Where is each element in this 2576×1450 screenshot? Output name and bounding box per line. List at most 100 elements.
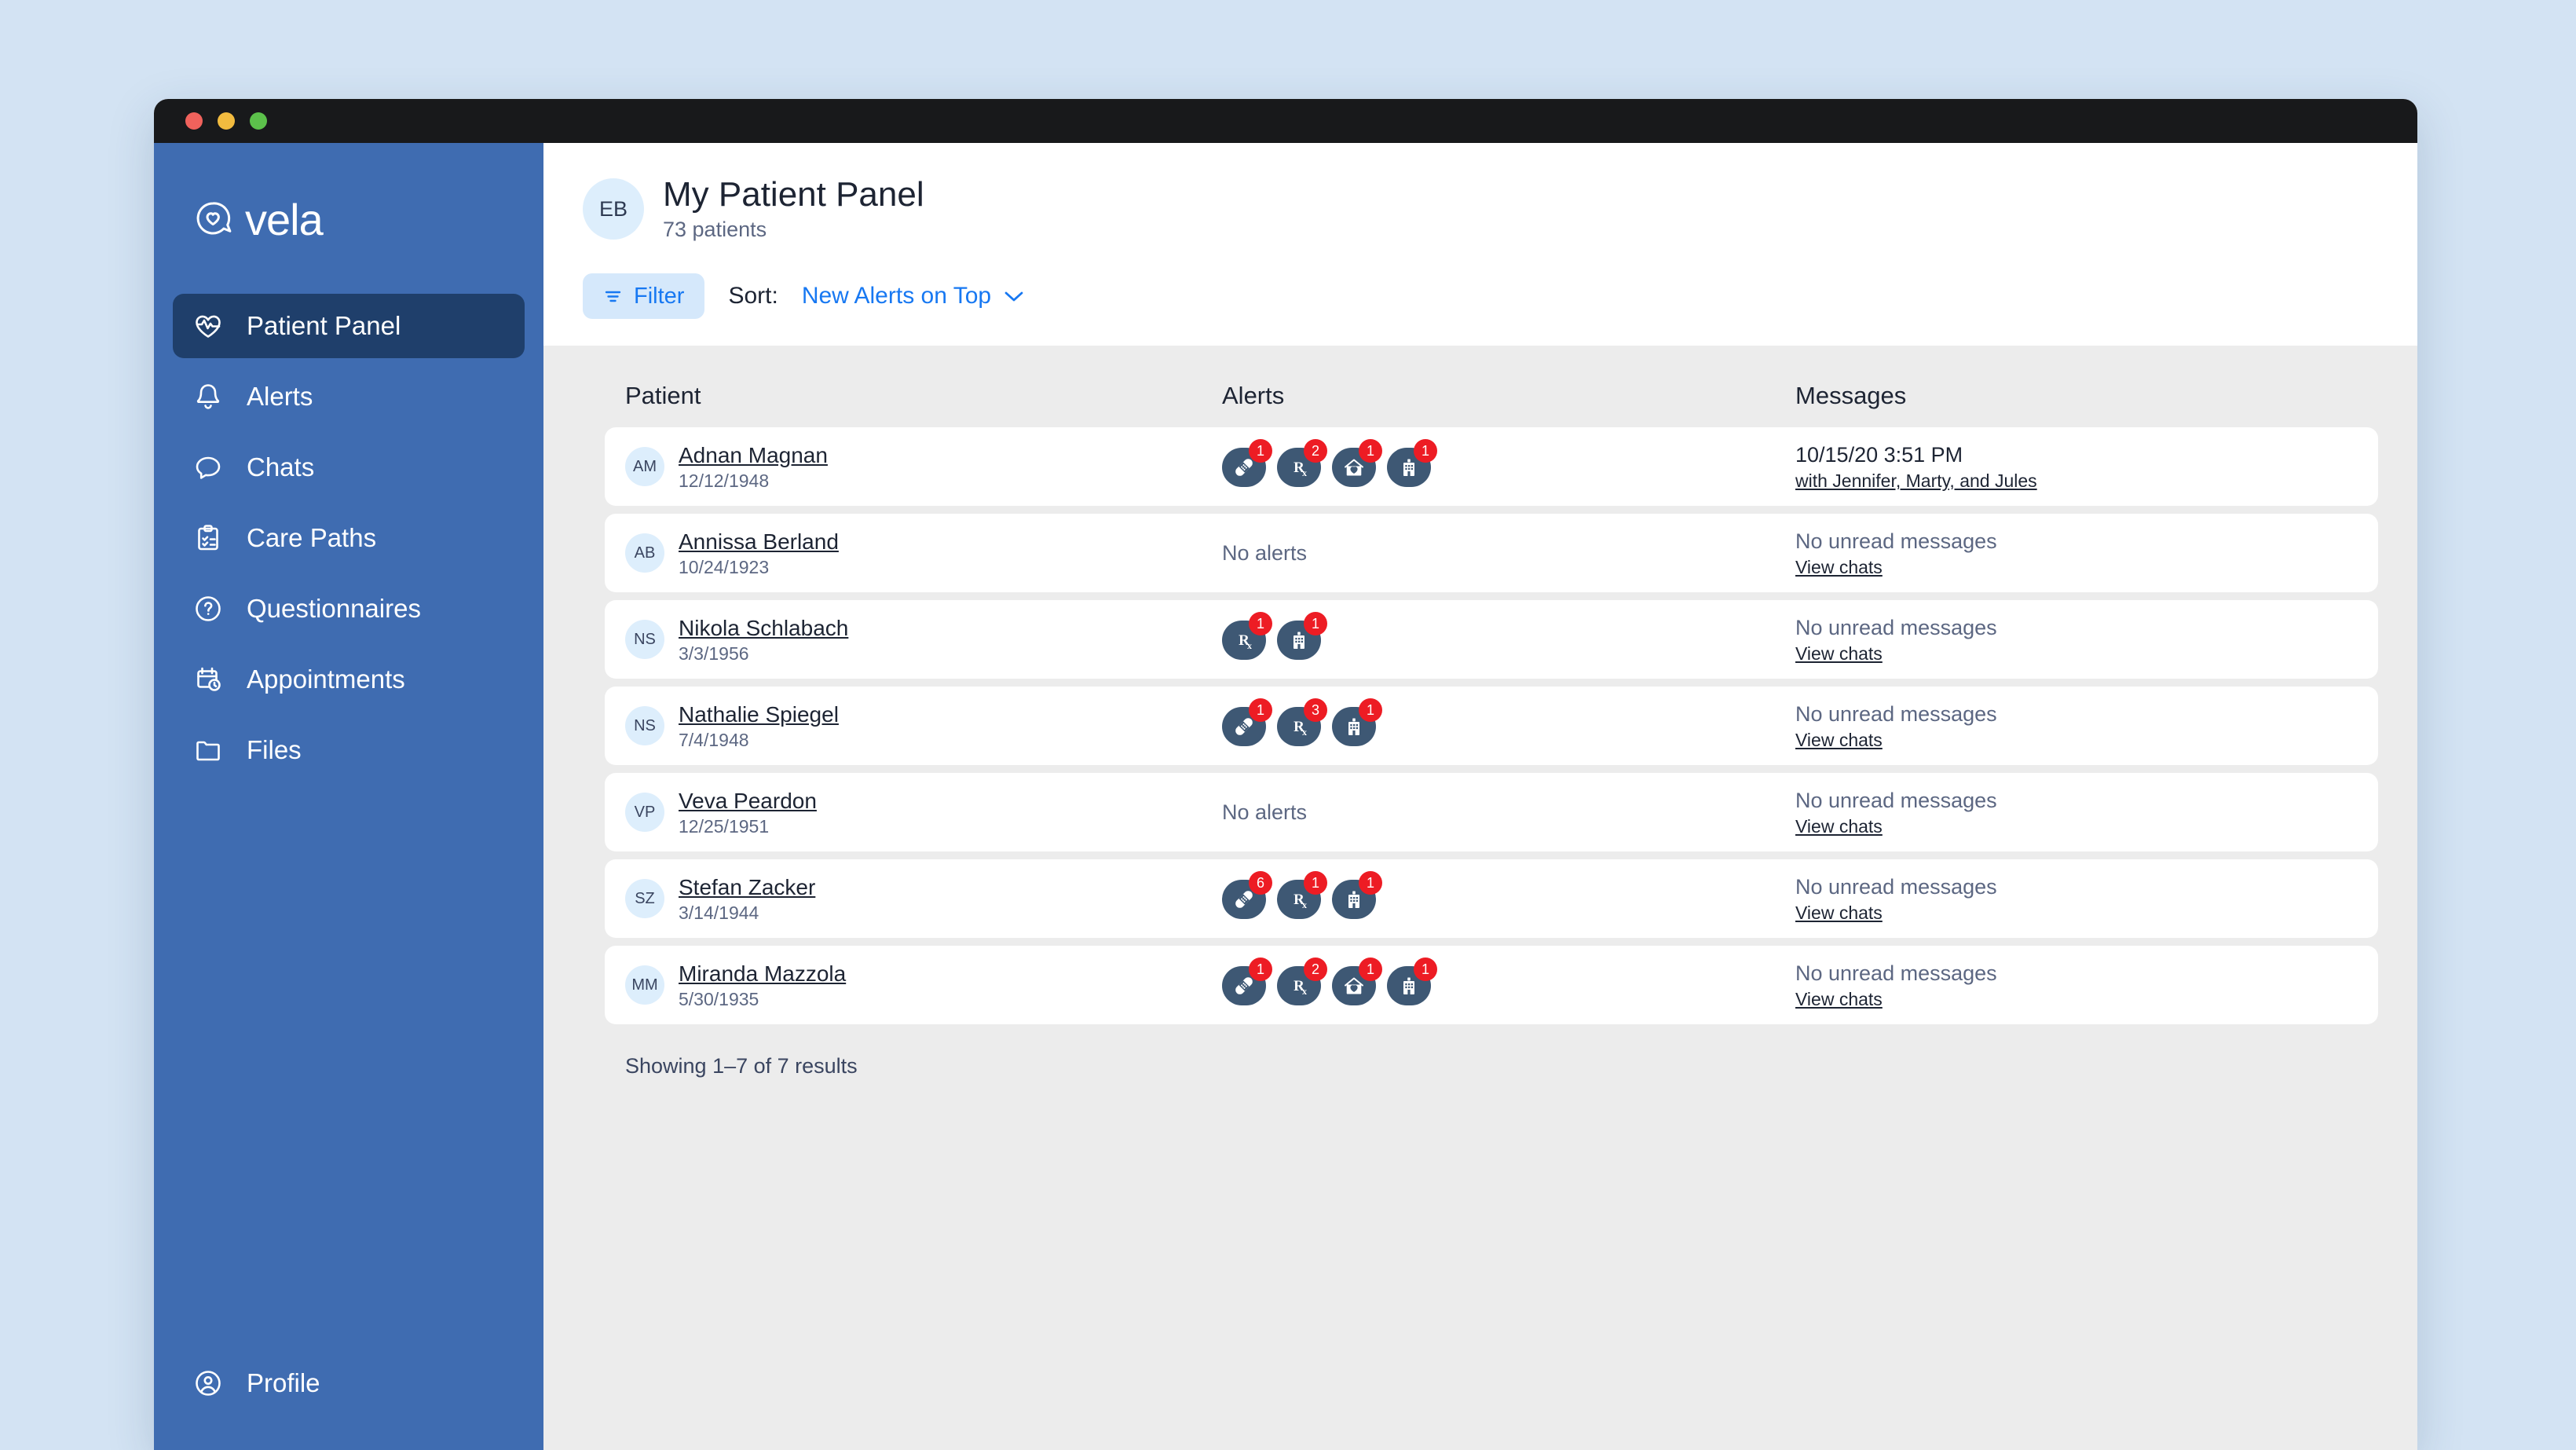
table-row[interactable]: NS Nikola Schlabach 3/3/1956 Rx 1 1 No unread … — [605, 600, 2378, 679]
column-header-patient: Patient — [625, 382, 701, 410]
alert-count: 1 — [1249, 698, 1272, 723]
view-chats-link[interactable]: View chats — [1795, 903, 2358, 924]
sidebar-item-care-paths[interactable]: Care Paths — [173, 506, 525, 570]
window-body: vela Patient Panel Alerts Chats Care Pat… — [154, 143, 2417, 1450]
alert-count: 1 — [1249, 612, 1272, 636]
alert-badge[interactable]: 1 — [1387, 958, 1437, 1006]
table-body: AM Adnan Magnan 12/12/1948 1 Rx 2 1 1 10/15/20 3… — [605, 427, 2378, 1025]
alert-badge[interactable]: 1 — [1332, 698, 1382, 747]
calendar-clock-icon — [192, 663, 225, 696]
alerts-cell: 1Rx211 — [1222, 439, 1795, 488]
patient-table: Patient Alerts Messages AM Adnan Magnan 12… — [543, 346, 2417, 1450]
bell-icon — [192, 380, 225, 413]
svg-text:x: x — [1302, 467, 1307, 478]
page-header-text: My Patient Panel 73 patients — [663, 175, 924, 242]
patient-name-link[interactable]: Stefan Zacker — [679, 873, 815, 901]
patient-name-link[interactable]: Nathalie Spiegel — [679, 701, 839, 728]
sidebar-item-label: Appointments — [247, 665, 405, 694]
view-chats-link[interactable]: View chats — [1795, 643, 2358, 665]
svg-text:x: x — [1247, 640, 1252, 651]
view-chats-link[interactable]: with Jennifer, Marty, and Jules — [1795, 471, 2358, 492]
patient-name-link[interactable]: Veva Peardon — [679, 787, 817, 815]
avatar: VP — [625, 793, 664, 833]
table-row[interactable]: AB Annissa Berland 10/24/1923 No alerts No u… — [605, 514, 2378, 593]
alert-badge[interactable]: Rx3 — [1277, 698, 1327, 747]
alert-badge[interactable]: Rx1 — [1277, 871, 1327, 920]
filter-button[interactable]: Filter — [583, 273, 705, 320]
patient-dob: 5/30/1935 — [679, 989, 759, 1010]
minimize-window-button[interactable] — [218, 112, 235, 130]
alert-count: 2 — [1304, 439, 1327, 463]
alert-count: 1 — [1414, 439, 1437, 463]
svg-text:x: x — [1302, 899, 1307, 910]
sidebar-item-label: Questionnaires — [247, 594, 421, 623]
patient-dob: 3/3/1956 — [679, 643, 749, 665]
patient-name-link[interactable]: Nikola Schlabach — [679, 614, 848, 642]
view-chats-link[interactable]: View chats — [1795, 816, 2358, 837]
sidebar-item-label: Care Paths — [247, 523, 377, 552]
alert-badge[interactable]: 1 — [1387, 439, 1437, 488]
sidebar-item-label: Profile — [247, 1368, 320, 1397]
alert-badge[interactable]: 1 — [1222, 439, 1272, 488]
patient-dob: 10/24/1923 — [679, 557, 770, 578]
message-status: No unread messages — [1795, 529, 1997, 553]
patient-dob: 12/12/1948 — [679, 471, 770, 492]
alert-badge[interactable]: 6 — [1222, 871, 1272, 920]
sidebar-item-label: Files — [247, 735, 302, 764]
alerts-cell: No alerts — [1222, 541, 1795, 566]
clipboard-check-icon — [192, 522, 225, 555]
maximize-window-button[interactable] — [250, 112, 267, 130]
window-titlebar — [154, 99, 2417, 143]
sort-dropdown[interactable]: New Alerts on Top — [802, 283, 1024, 309]
page-header-top: EB My Patient Panel 73 patients — [543, 175, 2417, 242]
view-chats-link[interactable]: View chats — [1795, 730, 2358, 751]
alert-badge[interactable]: Rx1 — [1222, 612, 1272, 661]
alert-badge[interactable]: 1 — [1222, 698, 1272, 747]
svg-text:x: x — [1302, 986, 1307, 997]
patient-cell: NS Nikola Schlabach 3/3/1956 — [625, 614, 1222, 665]
alert-count: 1 — [1359, 958, 1382, 982]
patient-name-link[interactable]: Adnan Magnan — [679, 441, 828, 469]
alert-badge[interactable]: 1 — [1332, 871, 1382, 920]
patient-dob: 7/4/1948 — [679, 730, 749, 751]
patient-name-link[interactable]: Miranda Mazzola — [679, 960, 846, 987]
close-window-button[interactable] — [185, 112, 203, 130]
no-alerts-text: No alerts — [1222, 540, 1308, 565]
sidebar-item-appointments[interactable]: Appointments — [173, 647, 525, 712]
toolbar: Filter Sort: New Alerts on Top — [543, 242, 2417, 346]
messages-cell: 10/15/20 3:51 PM with Jennifer, Marty, an… — [1795, 442, 2358, 492]
messages-cell: No unread messages View chats — [1795, 788, 2358, 838]
table-row[interactable]: NS Nathalie Spiegel 7/4/1948 1 Rx 3 1 No unread… — [605, 687, 2378, 766]
patient-dob: 3/14/1944 — [679, 903, 759, 924]
table-row[interactable]: AM Adnan Magnan 12/12/1948 1 Rx 2 1 1 10/15/20 3… — [605, 427, 2378, 507]
sidebar-item-label: Alerts — [247, 382, 313, 411]
message-status: No unread messages — [1795, 874, 1997, 899]
alert-badge[interactable]: Rx2 — [1277, 439, 1327, 488]
avatar: EB — [583, 178, 644, 240]
sidebar-item-profile[interactable]: Profile — [173, 1351, 525, 1415]
patient-cell: NS Nathalie Spiegel 7/4/1948 — [625, 701, 1222, 751]
alert-badge[interactable]: 1 — [1277, 612, 1327, 661]
patient-name-link[interactable]: Annissa Berland — [679, 528, 839, 555]
alert-badge[interactable]: 1 — [1222, 958, 1272, 1006]
table-row[interactable]: VP Veva Peardon 12/25/1951 No alerts No unre… — [605, 773, 2378, 852]
alerts-cell: Rx11 — [1222, 612, 1795, 661]
alert-badge[interactable]: 1 — [1332, 958, 1382, 1006]
table-row[interactable]: MM Miranda Mazzola 5/30/1935 1 Rx 2 1 1 No unrea… — [605, 946, 2378, 1025]
sidebar-item-files[interactable]: Files — [173, 718, 525, 782]
patient-info: Annissa Berland 10/24/1923 — [679, 528, 839, 578]
table-row[interactable]: SZ Stefan Zacker 3/14/1944 6 Rx 1 1 No unread m… — [605, 859, 2378, 939]
sidebar-item-questionnaires[interactable]: Questionnaires — [173, 577, 525, 641]
view-chats-link[interactable]: View chats — [1795, 989, 2358, 1010]
avatar: MM — [625, 965, 664, 1005]
view-chats-link[interactable]: View chats — [1795, 557, 2358, 578]
heart-pulse-icon — [192, 309, 225, 342]
sidebar-item-alerts[interactable]: Alerts — [173, 364, 525, 429]
app-window: vela Patient Panel Alerts Chats Care Pat… — [154, 99, 2417, 1450]
brand-name: vela — [245, 195, 324, 244]
alert-badge[interactable]: 1 — [1332, 439, 1382, 488]
alert-badge[interactable]: Rx2 — [1277, 958, 1327, 1006]
sidebar-item-chats[interactable]: Chats — [173, 435, 525, 500]
patient-info: Veva Peardon 12/25/1951 — [679, 787, 817, 837]
sidebar-item-patient-panel[interactable]: Patient Panel — [173, 294, 525, 358]
